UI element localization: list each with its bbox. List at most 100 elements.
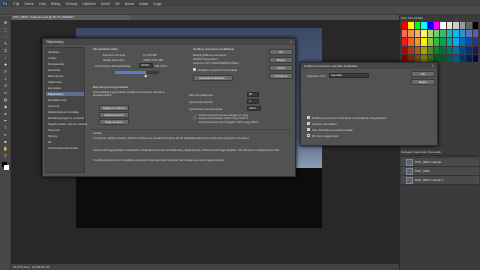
color-swatch[interactable] — [459, 54, 466, 62]
color-swatch[interactable] — [414, 30, 421, 38]
color-swatch[interactable] — [459, 30, 466, 38]
menu-file[interactable]: Fájl — [13, 2, 19, 6]
nav-item-history[interactable]: Előzmények — [48, 74, 63, 78]
zoom-tool-icon[interactable]: ⚲ — [2, 153, 9, 158]
next-button[interactable]: Következő — [269, 73, 293, 79]
menu-edit[interactable]: Szerk. — [24, 2, 34, 6]
nav-item-cursors[interactable]: Kurzorok — [48, 104, 59, 108]
dodge-tool-icon[interactable]: ● — [2, 111, 9, 116]
color-swatch[interactable] — [472, 22, 478, 30]
color-swatch[interactable] — [446, 30, 453, 38]
color-swatch[interactable] — [414, 38, 421, 46]
nav-item-general[interactable]: Általános — [48, 50, 60, 54]
nav-item-type[interactable]: Szöveg — [48, 134, 57, 138]
eraser-tool-icon[interactable]: ▭ — [2, 90, 9, 95]
nav-item-units[interactable]: Mértékegységek és vonalzók — [48, 116, 84, 120]
color-swatch[interactable] — [421, 22, 427, 30]
color-swatch[interactable] — [414, 22, 421, 30]
menu-3d[interactable]: 3D — [115, 2, 120, 6]
color-swatch[interactable] — [408, 22, 414, 30]
cancel-button[interactable]: Mégse — [411, 79, 435, 85]
color-swatch[interactable] — [466, 54, 472, 62]
color-swatch[interactable] — [427, 54, 434, 62]
color-swatch[interactable] — [472, 46, 478, 54]
nav-item-plugins[interactable]: Plug-inek — [48, 128, 60, 132]
marquee-tool-icon[interactable]: ⬚ — [2, 27, 9, 32]
move-tool-icon[interactable]: ✥ — [2, 20, 9, 25]
color-swatch[interactable] — [434, 54, 440, 62]
color-swatch[interactable] — [453, 54, 459, 62]
big-flat-button[interactable]: Nagy és lapos — [99, 119, 129, 125]
photoshop-memory-input[interactable]: 10160 — [139, 63, 153, 68]
color-swatch[interactable] — [440, 22, 446, 30]
color-swatch[interactable] — [414, 46, 421, 54]
nav-item-tech-previews[interactable]: Technológiai előnézetek — [48, 146, 78, 150]
color-swatch[interactable] — [472, 30, 478, 38]
nav-item-guides[interactable]: Segédvonalak, rács és szeletek — [48, 122, 87, 126]
color-swatch[interactable] — [434, 22, 440, 30]
30bit-display-checkbox[interactable] — [307, 134, 310, 137]
color-swatch[interactable] — [459, 46, 466, 54]
swatches-panel-tabs[interactable]: Szín Színminták — [401, 16, 423, 20]
color-swatch[interactable] — [446, 54, 453, 62]
color-swatch[interactable] — [427, 22, 434, 30]
color-swatch[interactable] — [446, 22, 453, 30]
color-swatch[interactable] — [446, 46, 453, 54]
advanced-settings-button[interactable]: Speciális beállítások... — [193, 75, 233, 81]
memory-slider-handle[interactable] — [144, 74, 148, 77]
cancel-button[interactable]: Mégse — [269, 57, 293, 63]
layer-row[interactable]: DSC_0666 másolat 2 — [401, 176, 479, 185]
color-swatch[interactable] — [459, 38, 466, 46]
color-swatch[interactable] — [408, 46, 414, 54]
quick-select-tool-icon[interactable]: ✎ — [2, 41, 9, 46]
menu-image[interactable]: Kép — [39, 2, 45, 6]
nav-item-file-handling[interactable]: Fájlkezelés — [48, 80, 62, 84]
nav-item-transparency[interactable]: Átlátszóság és színskála — [48, 110, 79, 114]
color-swatch[interactable] — [440, 46, 446, 54]
color-swatch[interactable] — [421, 46, 427, 54]
menu-window[interactable]: Ablak — [139, 2, 148, 6]
antialias-checkbox[interactable] — [307, 128, 310, 131]
color-swatch[interactable] — [427, 38, 434, 46]
hand-tool-icon[interactable]: ✋ — [2, 146, 9, 151]
nav-item-export[interactable]: Exportálás — [48, 86, 61, 90]
use-gpu-checkbox[interactable] — [193, 68, 196, 71]
drawing-mode-select[interactable]: Speciális — [329, 73, 369, 78]
color-swatch[interactable] — [402, 54, 408, 62]
color-swatch[interactable] — [421, 38, 427, 46]
color-swatch[interactable] — [472, 54, 478, 62]
color-swatch[interactable] — [421, 54, 427, 62]
color-swatch[interactable] — [402, 46, 408, 54]
shape-tool-icon[interactable]: ■ — [2, 139, 9, 144]
blur-tool-icon[interactable]: ◆ — [2, 104, 9, 109]
healing-brush-tool-icon[interactable]: ✚ — [2, 62, 9, 67]
color-swatch[interactable] — [421, 30, 427, 38]
pen-tool-icon[interactable]: ✒ — [2, 118, 9, 123]
clone-stamp-tool-icon[interactable]: ⊥ — [2, 76, 9, 81]
nav-item-tools[interactable]: Eszközök — [48, 68, 60, 72]
lasso-tool-icon[interactable]: ◌ — [2, 34, 9, 39]
layer-row[interactable]: DSC_0666 — [401, 167, 479, 176]
color-swatch[interactable] — [459, 22, 466, 30]
color-swatch[interactable] — [414, 54, 421, 62]
menu-type[interactable]: Szöveg — [65, 2, 77, 6]
menu-filter[interactable]: Szűrő — [101, 2, 110, 6]
color-swatch[interactable] — [427, 46, 434, 54]
color-swatch[interactable] — [408, 38, 414, 46]
ok-button[interactable]: OK — [411, 71, 435, 77]
nav-item-performance[interactable]: Teljesítmény — [46, 92, 84, 96]
menu-view[interactable]: Nézet — [125, 2, 134, 6]
color-swatch[interactable] — [453, 22, 459, 30]
color-swatch[interactable] — [440, 54, 446, 62]
history-states-input[interactable]: 50 — [247, 92, 259, 97]
history-brush-tool-icon[interactable]: ↺ — [2, 83, 9, 88]
brush-tool-icon[interactable]: ✐ — [2, 69, 9, 74]
color-swatch[interactable] — [472, 38, 478, 46]
nav-item-3d[interactable]: 3D — [48, 140, 52, 144]
color-swatch[interactable] — [440, 30, 446, 38]
color-swatch[interactable] — [466, 22, 472, 30]
color-swatch[interactable] — [453, 46, 459, 54]
opencl-checkbox[interactable] — [307, 122, 310, 125]
color-swatch[interactable] — [453, 38, 459, 46]
gradient-tool-icon[interactable]: ▤ — [2, 97, 9, 102]
